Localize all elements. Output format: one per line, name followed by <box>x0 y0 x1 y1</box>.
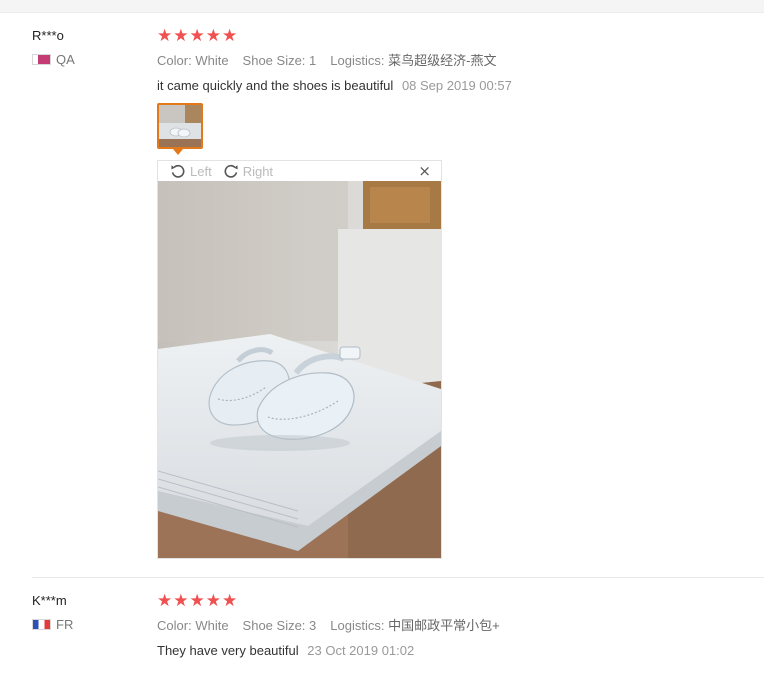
review-text-line: They have very beautiful 23 Oct 2019 01:… <box>157 643 757 659</box>
star-icon: ★ <box>222 26 238 46</box>
reviewer-name: R***o <box>32 28 64 43</box>
attr-shoe-size: Shoe Size: 1 <box>242 53 317 68</box>
attr-logistics: Logistics: 中国邮政平常小包+ <box>330 618 500 633</box>
reviewer-country: QA <box>32 52 75 67</box>
photo-thumbnail[interactable] <box>157 103 203 149</box>
close-icon[interactable]: × <box>418 162 431 180</box>
star-rating: ★ ★ ★ ★ ★ <box>157 28 757 46</box>
attr-shoe-size: Shoe Size: 3 <box>242 618 317 633</box>
order-attributes: Color: White Shoe Size: 3 Logistics: 中国邮… <box>157 618 757 634</box>
flag-icon <box>32 619 51 630</box>
country-code: FR <box>56 617 74 632</box>
review-content: ★ ★ ★ ★ ★ Color: White Shoe Size: 1 Logi… <box>157 28 757 559</box>
star-icon: ★ <box>189 26 205 46</box>
thumbnail-image <box>159 105 201 147</box>
review-date: 08 Sep 2019 00:57 <box>401 78 512 93</box>
rotate-right-button[interactable]: Right <box>223 163 273 179</box>
reviewer-country: FR <box>32 617 73 632</box>
star-icon: ★ <box>205 26 221 46</box>
star-icon: ★ <box>173 591 189 611</box>
attr-logistics: Logistics: 菜鸟超级经济-燕文 <box>330 53 497 68</box>
rotate-left-button[interactable]: Left <box>170 163 212 179</box>
review-divider <box>32 577 764 578</box>
star-icon: ★ <box>189 591 205 611</box>
flag-icon <box>32 54 51 65</box>
star-icon: ★ <box>157 26 173 46</box>
review-content: ★ ★ ★ ★ ★ Color: White Shoe Size: 3 Logi… <box>157 593 757 659</box>
photo-viewer: Left Right × <box>157 160 442 559</box>
star-icon: ★ <box>157 591 173 611</box>
review-date: 23 Oct 2019 01:02 <box>307 643 415 658</box>
star-icon: ★ <box>222 591 238 611</box>
attr-color: Color: White <box>157 618 229 633</box>
star-icon: ★ <box>173 26 189 46</box>
review-text: They have very beautiful <box>157 643 299 658</box>
country-code: QA <box>56 52 75 67</box>
page-top-strip <box>0 0 764 13</box>
review-text-line: it came quickly and the shoes is beautif… <box>157 78 757 94</box>
rotate-left-icon <box>171 164 185 178</box>
viewer-toolbar: Left Right × <box>158 161 441 181</box>
star-rating: ★ ★ ★ ★ ★ <box>157 593 757 611</box>
reviewer-name: K***m <box>32 593 67 608</box>
review-text: it came quickly and the shoes is beautif… <box>157 78 394 93</box>
thumbnail-caret <box>173 149 183 155</box>
rotate-right-icon <box>224 164 238 178</box>
order-attributes: Color: White Shoe Size: 1 Logistics: 菜鸟超… <box>157 53 757 69</box>
attr-color: Color: White <box>157 53 229 68</box>
review-photo <box>158 181 441 558</box>
star-icon: ★ <box>205 591 221 611</box>
